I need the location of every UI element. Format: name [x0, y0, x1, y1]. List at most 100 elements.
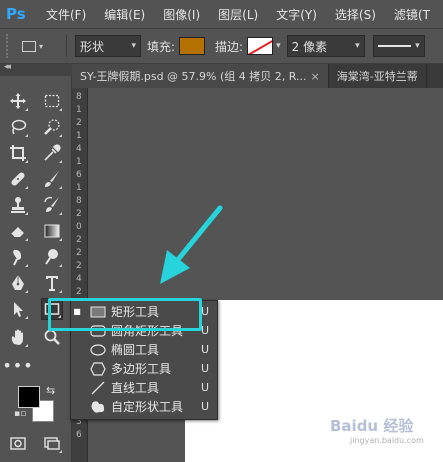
more-dots-icon: •••: [2, 355, 34, 375]
pen-tool[interactable]: [7, 272, 29, 294]
ruler-tick-label: 1: [76, 105, 82, 115]
fill-label: 填充:: [147, 39, 176, 54]
flyout-item-label: 矩形工具: [111, 305, 160, 319]
menu-file[interactable]: 文件(F): [46, 6, 86, 23]
options-bar: ▾ 形状 ▾ 填充: 描边: ▾ 2 像素 ▾ ▾: [0, 28, 443, 64]
flyout-item-custom-shape[interactable]: 自定形状工具 U: [71, 397, 217, 416]
menu-filter[interactable]: 滤镜(T: [394, 6, 430, 23]
clone-stamp-tool[interactable]: [7, 194, 29, 216]
ruler-tick-label: 4: [76, 274, 82, 284]
flyout-item-label: 自定形状工具: [111, 400, 184, 414]
eraser-tool[interactable]: [7, 220, 29, 242]
ruler-tick-label: 4: [76, 144, 82, 154]
gradient-tool[interactable]: [41, 220, 63, 242]
chevron-down-icon: ▾: [131, 41, 136, 51]
chevron-down-icon: ▾: [276, 41, 281, 51]
toolbox-header[interactable]: ◂◂: [0, 62, 72, 76]
shortcut-key: U: [200, 381, 209, 394]
chevron-down-icon: ▾: [415, 41, 420, 51]
stroke-label: 描边:: [215, 39, 244, 54]
eyedropper-tool[interactable]: [41, 142, 63, 164]
default-colors-icon[interactable]: ▪▫: [14, 409, 26, 419]
flyout-item-label: 椭圆工具: [111, 343, 160, 357]
flyout-item-rectangle[interactable]: ■ 矩形工具 U: [71, 302, 217, 321]
move-tool[interactable]: [7, 90, 29, 112]
marquee-tool[interactable]: [41, 90, 63, 112]
path-selection-tool[interactable]: [7, 298, 29, 320]
foreground-color-swatch[interactable]: [18, 386, 40, 408]
ruler-tick-label: 8: [76, 196, 82, 206]
stroke-width-select[interactable]: 2 像素 ▾: [286, 35, 365, 57]
close-icon[interactable]: ×: [311, 70, 320, 83]
shortcut-key: U: [200, 324, 209, 337]
flyout-item-line[interactable]: 直线工具 U: [71, 378, 217, 397]
menu-bar: Ps 文件(F) 编辑(E) 图像(I) 图层(L) 文字(Y) 选择(S) 滤…: [0, 0, 443, 28]
menu-type[interactable]: 文字(Y): [276, 6, 317, 23]
menu-select[interactable]: 选择(S): [335, 6, 376, 23]
flyout-item-polygon[interactable]: 多边形工具 U: [71, 359, 217, 378]
zoom-tool[interactable]: [41, 326, 63, 348]
watermark-sub: jingyan.baidu.com: [350, 436, 424, 445]
shortcut-key: U: [200, 400, 209, 413]
tool-preset-picker[interactable]: ▾: [22, 35, 58, 57]
menu-edit[interactable]: 编辑(E): [104, 6, 145, 23]
chevron-down-icon: ▾: [355, 41, 360, 51]
stroke-type-select[interactable]: ▾: [372, 35, 425, 57]
menu-layer[interactable]: 图层(L): [218, 6, 258, 23]
ruler-tick-label: 2: [76, 209, 82, 219]
chevron-down-icon: ▾: [39, 41, 44, 51]
lasso-tool[interactable]: [7, 116, 29, 138]
ruler-tick-label: 8: [76, 92, 82, 102]
ruler-tick-label: 2: [76, 118, 82, 128]
options-grip[interactable]: [6, 34, 12, 58]
ellipse-icon: [89, 343, 107, 357]
rounded-rectangle-icon: [89, 324, 107, 338]
ruler-tick-label: 6: [76, 430, 82, 440]
shortcut-key: U: [200, 343, 209, 356]
brush-tool[interactable]: [41, 168, 63, 190]
tab-document-2[interactable]: 海棠湾-亚特兰蒂: [329, 64, 427, 88]
selected-bullet-icon: ■: [73, 307, 81, 316]
hand-tool[interactable]: [7, 326, 29, 348]
fill-color-swatch[interactable]: [179, 37, 206, 55]
ruler-tick-label: 6: [76, 170, 82, 180]
shortcut-key: U: [200, 362, 209, 375]
quick-selection-tool[interactable]: [41, 116, 63, 138]
toolbox: ••• ⇆ ▪▫: [0, 76, 72, 462]
tab-document-active[interactable]: SY-王牌假期.psd @ 57.9% (组 4 拷贝 2, R... ×: [72, 64, 329, 88]
document-tabs: SY-王牌假期.psd @ 57.9% (组 4 拷贝 2, R... × 海棠…: [72, 64, 443, 88]
screen-mode-button[interactable]: [41, 432, 63, 454]
crop-tool[interactable]: [7, 142, 29, 164]
edit-toolbar-button[interactable]: •••: [2, 354, 32, 376]
shape-tools-flyout: ■ 矩形工具 U 圆角矩形工具 U 椭圆工具 U 多边形工具 U 直线工具 U …: [70, 300, 218, 420]
ruler-tick-label: 1: [76, 131, 82, 141]
rectangle-preset-icon: [22, 40, 36, 52]
rectangle-tool[interactable]: [41, 298, 63, 320]
ruler-tick-label: 2: [76, 287, 82, 297]
collapse-arrows-icon[interactable]: ◂◂: [4, 62, 11, 72]
rectangle-icon: [89, 305, 107, 319]
type-tool[interactable]: [41, 272, 63, 294]
healing-brush-tool[interactable]: [7, 168, 29, 190]
menu-image[interactable]: 图像(I): [163, 6, 200, 23]
blur-tool[interactable]: [7, 246, 29, 268]
dodge-tool[interactable]: [41, 246, 63, 268]
flyout-item-ellipse[interactable]: 椭圆工具 U: [71, 340, 217, 359]
ruler-tick-label: 2: [76, 235, 82, 245]
quick-mask-button[interactable]: [7, 432, 29, 454]
divider: [66, 35, 67, 57]
shortcut-key: U: [200, 305, 209, 318]
flyout-item-label: 多边形工具: [111, 362, 172, 376]
stroke-color-swatch[interactable]: [247, 37, 274, 55]
custom-shape-icon: [89, 400, 107, 414]
photoshop-logo: Ps: [6, 5, 26, 23]
tab-title: SY-王牌假期.psd @ 57.9% (组 4 拷贝 2, R...: [80, 70, 307, 83]
tool-mode-select[interactable]: 形状 ▾: [75, 35, 141, 57]
flyout-item-label: 圆角矩形工具: [111, 324, 184, 338]
tab-title: 海棠湾-亚特兰蒂: [336, 70, 418, 83]
ruler-tick-label: 2: [76, 261, 82, 271]
swap-colors-icon[interactable]: ⇆: [46, 384, 55, 397]
history-brush-tool[interactable]: [41, 194, 63, 216]
flyout-item-rounded-rectangle[interactable]: 圆角矩形工具 U: [71, 321, 217, 340]
flyout-item-label: 直线工具: [111, 381, 160, 395]
